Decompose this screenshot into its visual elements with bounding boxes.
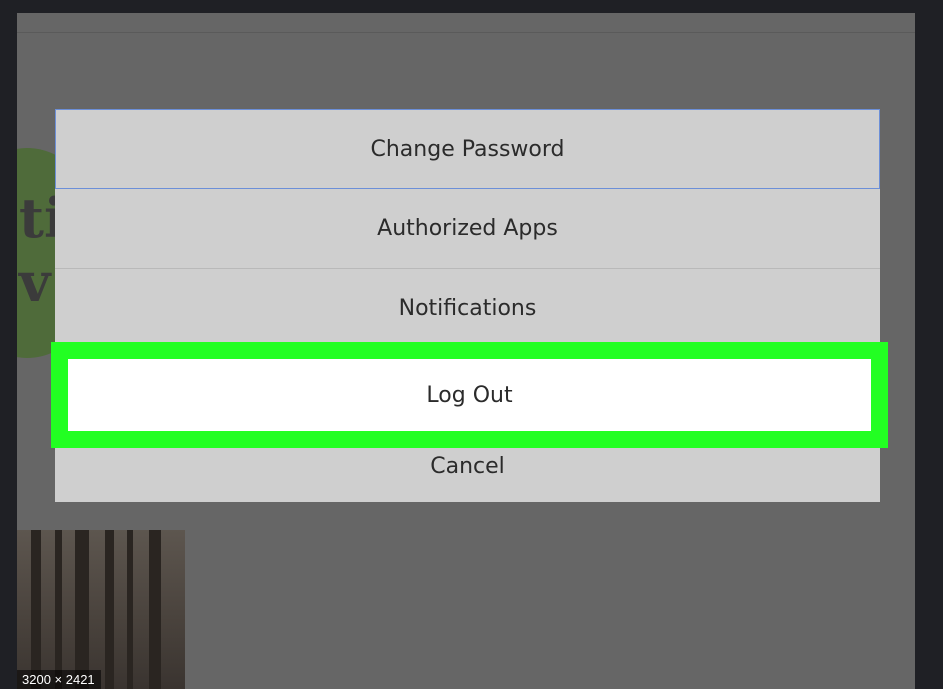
thumbnail-tree [55, 530, 62, 689]
thumbnail-tree [31, 530, 41, 689]
photo-thumbnail: 3200 × 2421 [17, 530, 185, 689]
authorized-apps-button[interactable]: Authorized Apps [55, 189, 880, 269]
notifications-button[interactable]: Notifications [55, 269, 880, 349]
log-out-highlight: Log Out [51, 342, 888, 448]
thumbnail-tree [75, 530, 89, 689]
log-out-button[interactable]: Log Out [68, 359, 871, 431]
header-divider [17, 32, 915, 33]
change-password-button[interactable]: Change Password [55, 109, 880, 189]
thumbnail-tree [127, 530, 133, 689]
thumbnail-tree [105, 530, 114, 689]
thumbnail-dimensions-label: 3200 × 2421 [17, 670, 101, 689]
thumbnail-tree [149, 530, 161, 689]
